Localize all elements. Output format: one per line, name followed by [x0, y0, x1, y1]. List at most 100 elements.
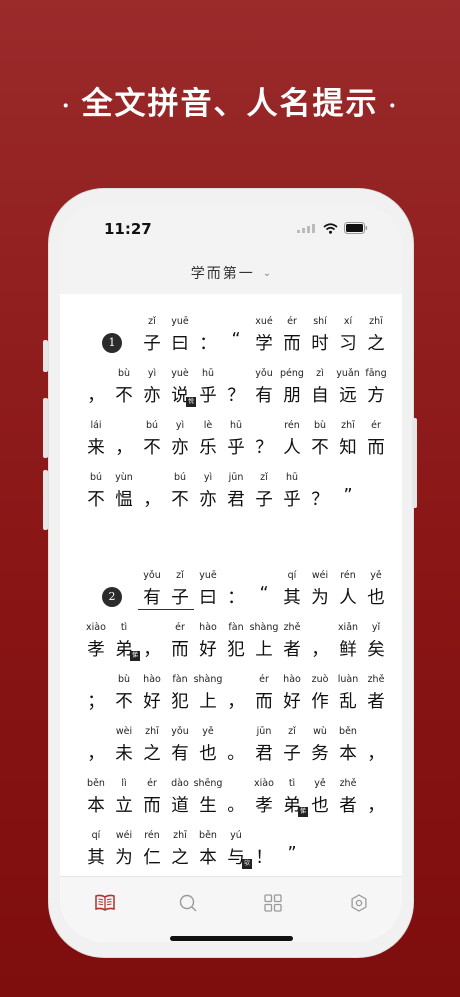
hanzi: 人: [339, 588, 357, 608]
character-cell[interactable]: ！: [250, 830, 278, 882]
character-cell[interactable]: yùn 愠: [110, 472, 138, 524]
character-cell[interactable]: yuē 曰: [166, 316, 194, 368]
hanzi: 乱: [339, 692, 357, 712]
hanzi: 矣: [367, 640, 385, 660]
character-cell[interactable]: hū 乎: [222, 420, 250, 472]
character-cell[interactable]: shēng 生: [194, 778, 223, 830]
hanzi: 不: [143, 438, 161, 458]
pinyin: fāng: [365, 368, 387, 379]
character-cell[interactable]: fāng 方: [362, 368, 390, 420]
reading-content[interactable]: 1 zǐ 子 yuē 曰： “xué 学 ér 而 shí 时 xí 习 zhī 之， bù 不 yì 亦 yuè 说悦…: [60, 294, 402, 876]
hanzi: 习: [339, 334, 357, 354]
person-name-underline[interactable]: [138, 609, 194, 610]
hanzi: ：: [199, 334, 217, 354]
character-cell[interactable]: yě 也: [362, 570, 390, 622]
hanzi: 亦: [199, 490, 217, 510]
character-cell[interactable]: yě 也: [194, 726, 222, 778]
status-icons: [297, 222, 368, 234]
hanzi: 之: [171, 848, 189, 868]
hanzi: 有: [171, 744, 189, 764]
hanzi: 者: [283, 640, 301, 660]
hanzi: ，: [143, 490, 161, 510]
hanzi: 君: [255, 744, 273, 764]
hanzi: 好: [199, 640, 217, 660]
hanzi: 好: [283, 692, 301, 712]
text-line: běn 本 lì 立 ér 而 dào 道 shēng 生。 xiào 孝 tì 弟悌 yě 也 zhě 者，: [60, 778, 402, 830]
hanzi: 乎: [227, 438, 245, 458]
chapter-title[interactable]: 学而第一: [191, 263, 255, 283]
character-cell[interactable]: lái 来: [82, 420, 110, 472]
hanzi: 而: [171, 640, 189, 660]
hanzi: ，: [311, 640, 329, 660]
text-line: qí 其 wéi 为 rén 仁 zhī 之 běn 本 yú 与欤！”: [60, 830, 402, 882]
pinyin: yǐ: [371, 622, 381, 633]
character-cell[interactable]: yú 与欤: [222, 830, 252, 882]
character-cell[interactable]: zhě 者: [278, 622, 306, 674]
character-cell[interactable]: běn 本: [334, 726, 362, 778]
hanzi: 本: [87, 796, 105, 816]
hanzi: 也: [199, 744, 217, 764]
hanzi: 有: [255, 386, 273, 406]
grid-icon[interactable]: [261, 891, 285, 915]
hanzi: ？: [311, 490, 329, 510]
hanzi: 其: [87, 848, 105, 868]
character-cell[interactable]: tì 弟悌: [110, 622, 140, 674]
text-line: ； bù 不 hào 好 fàn 犯 shàng 上， ér 而 hào 好 zuò 作 luàn 乱 zhě 者: [60, 674, 402, 726]
character-cell[interactable]: ér 而: [362, 420, 390, 472]
hanzi: ，: [87, 744, 105, 764]
character-cell[interactable]: ？: [306, 472, 334, 524]
pinyin: ér: [371, 420, 381, 431]
chapter-nav[interactable]: 学而第一 ⌄: [60, 254, 402, 295]
headline-dot-right: ·: [388, 92, 399, 119]
character-cell[interactable]: ”: [334, 472, 362, 524]
hanzi: ，: [227, 692, 245, 712]
hanzi: 自: [311, 386, 329, 406]
character-cell[interactable]: zhě 者: [334, 778, 362, 830]
wifi-icon: [323, 222, 338, 234]
character-cell[interactable]: shàng 上: [194, 674, 223, 726]
hanzi: 上: [199, 692, 217, 712]
hanzi: 道: [171, 796, 189, 816]
book-icon[interactable]: [93, 891, 117, 915]
pinyin: zhě: [367, 674, 385, 685]
phone-volume-up: [43, 398, 48, 458]
character-cell[interactable]: yǐ 矣: [362, 622, 390, 674]
gear-icon[interactable]: [347, 891, 371, 915]
character-cell[interactable]: ”: [278, 830, 306, 882]
hanzi: 愠: [115, 490, 133, 510]
hanzi: 来: [87, 438, 105, 458]
hanzi: ，: [143, 640, 161, 660]
character-cell[interactable]: ：: [222, 570, 250, 622]
hanzi: 人: [283, 438, 301, 458]
hanzi: 其: [283, 588, 301, 608]
search-icon[interactable]: [176, 891, 200, 915]
character-cell[interactable]: ，: [362, 726, 390, 778]
hanzi: 时: [311, 334, 329, 354]
battery-icon: [344, 222, 368, 234]
hanzi: 孝: [87, 640, 105, 660]
hanzi: 立: [115, 796, 133, 816]
hanzi: “: [231, 330, 241, 350]
character-cell[interactable]: zhī 之: [362, 316, 390, 368]
character-cell[interactable]: yuē 曰: [194, 570, 222, 622]
chevron-down-icon[interactable]: ⌄: [263, 268, 271, 279]
character-cell[interactable]: hū 乎: [278, 472, 306, 524]
character-cell[interactable]: zhě 者: [362, 674, 390, 726]
hanzi: 犯: [227, 640, 245, 660]
signal-icon: [297, 224, 315, 233]
hanzi: 上: [255, 640, 273, 660]
hanzi: 学: [255, 334, 273, 354]
hanzi: 不: [311, 438, 329, 458]
hanzi: 未: [115, 744, 133, 764]
character-cell[interactable]: ：: [194, 316, 222, 368]
hanzi: 远: [339, 386, 357, 406]
hanzi: 犯: [171, 692, 189, 712]
hanzi: 作: [311, 692, 329, 712]
app-screen: 11:27 学而第一 ⌄ 1 zǐ 子 yuē 曰： “xué 学 ér 而 shí 时 xí 习 zhī 之…: [60, 204, 402, 942]
hanzi: 子: [171, 588, 189, 608]
hanzi: 不: [87, 490, 105, 510]
hanzi: ，: [367, 744, 385, 764]
character-cell[interactable]: hū 乎: [194, 368, 222, 420]
character-cell[interactable]: ，: [362, 778, 390, 830]
phone-mute-switch: [43, 340, 48, 372]
